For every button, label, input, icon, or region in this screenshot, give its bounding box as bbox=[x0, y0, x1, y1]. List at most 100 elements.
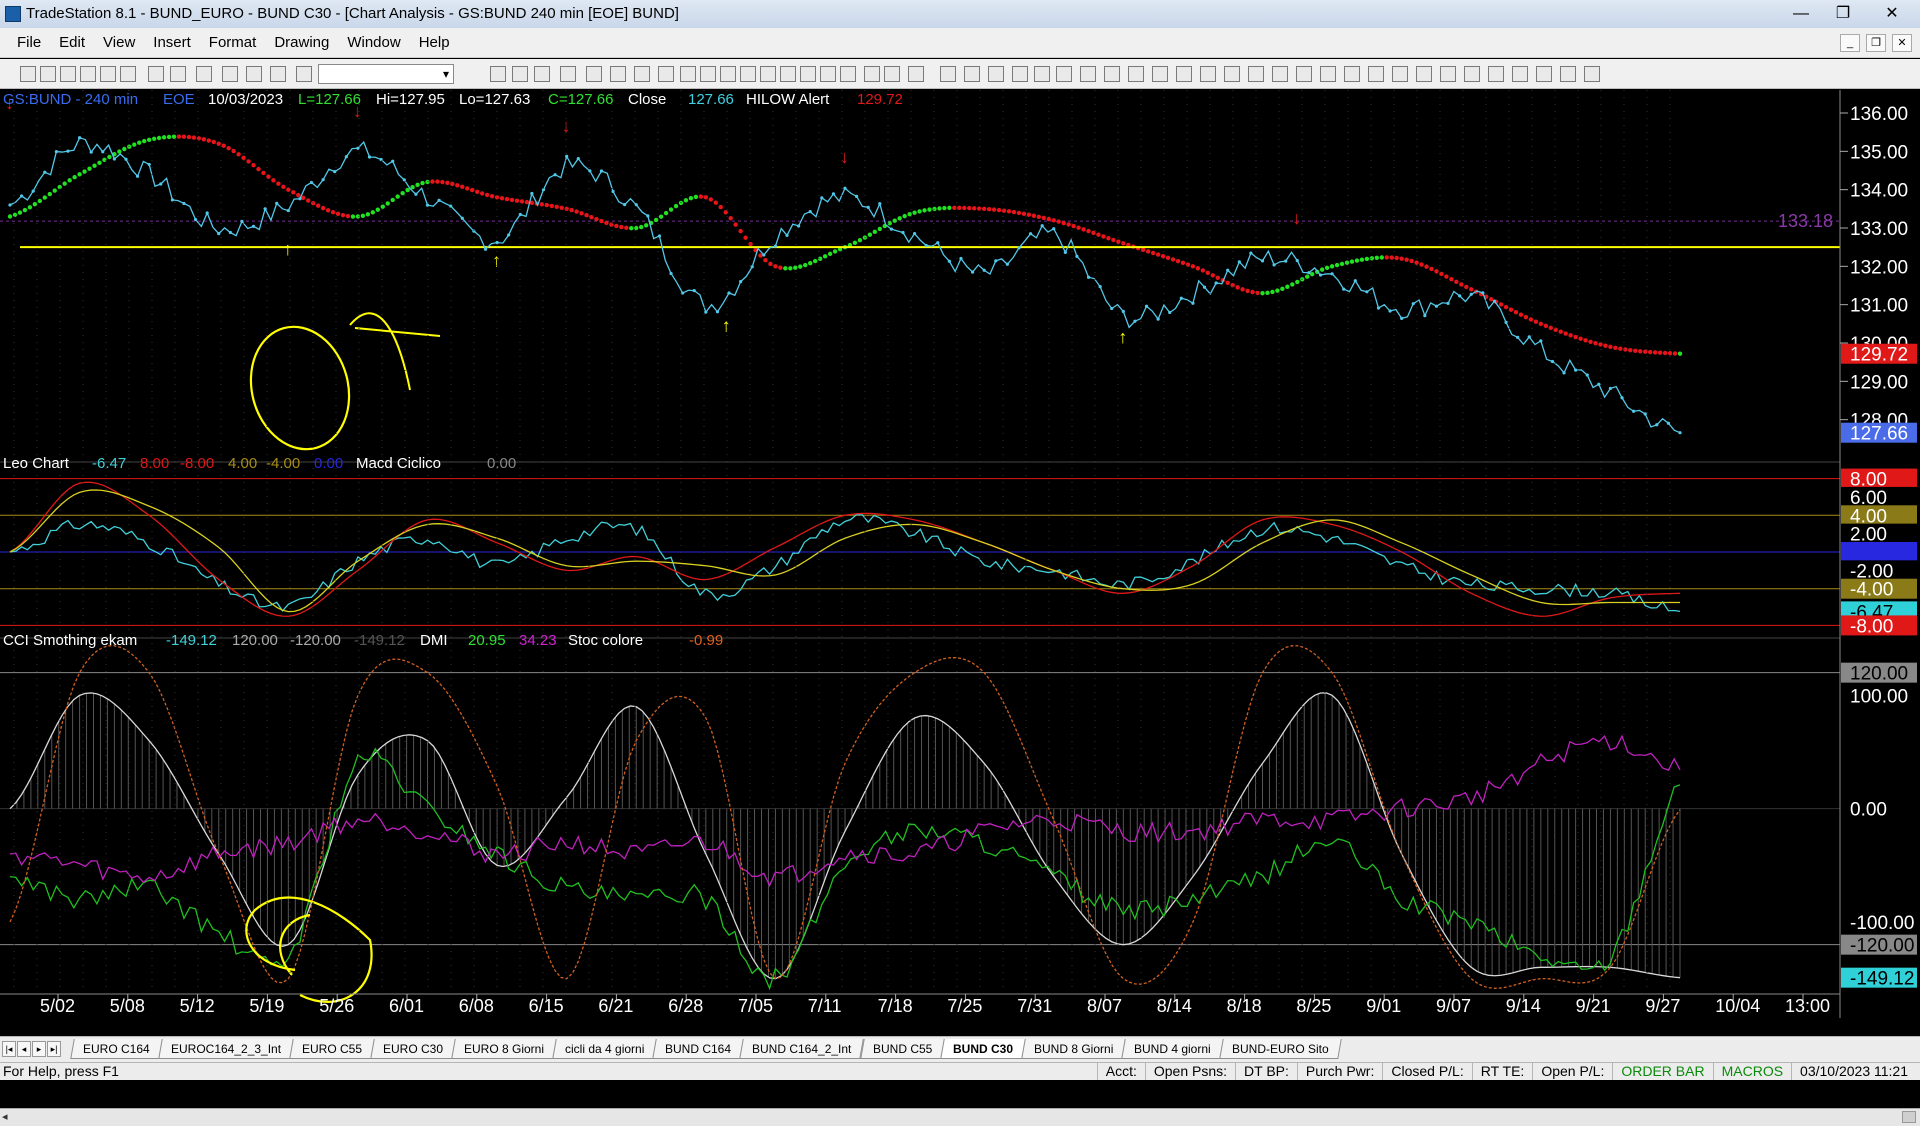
menu-drawing[interactable]: Drawing bbox=[265, 28, 338, 57]
close-button[interactable]: ✕ bbox=[1864, 0, 1920, 28]
tab-bund-c164-2-int[interactable]: BUND C164_2_Int bbox=[739, 1039, 865, 1059]
toolbar-tool-icon[interactable] bbox=[720, 66, 736, 82]
tab-euroc164-2-3-int[interactable]: EUROC164_2_3_Int bbox=[157, 1039, 294, 1059]
scroll-thumb[interactable] bbox=[1902, 1111, 1916, 1123]
last-tab-icon[interactable]: ▸| bbox=[47, 1041, 61, 1057]
toolbar-tool-icon[interactable] bbox=[512, 66, 528, 82]
tab-bund-8-giorni[interactable]: BUND 8 Giorni bbox=[1021, 1039, 1127, 1059]
restore-button[interactable]: ❐ bbox=[1822, 0, 1864, 28]
toolbar-tool-icon[interactable] bbox=[80, 66, 96, 82]
toolbar-tool-icon[interactable] bbox=[1056, 66, 1072, 82]
tab-bund-euro-sito[interactable]: BUND-EURO Sito bbox=[1219, 1039, 1342, 1059]
toolbar-tool-icon[interactable] bbox=[964, 66, 980, 82]
menu-file[interactable]: File bbox=[8, 28, 50, 57]
menu-insert[interactable]: Insert bbox=[144, 28, 200, 57]
toolbar-tool-icon[interactable] bbox=[120, 66, 136, 82]
toolbar-tool-icon[interactable] bbox=[1536, 66, 1552, 82]
toolbar-tool-icon[interactable] bbox=[1512, 66, 1528, 82]
macros-button[interactable]: MACROS bbox=[1712, 1063, 1791, 1080]
toolbar-tool-icon[interactable] bbox=[246, 66, 262, 82]
toolbar-tool-icon[interactable] bbox=[490, 66, 506, 82]
toolbar-tool-icon[interactable] bbox=[270, 66, 286, 82]
mdi-minimize-button[interactable]: _ bbox=[1840, 34, 1860, 52]
toolbar-tool-icon[interactable] bbox=[1392, 66, 1408, 82]
horizontal-scrollbar[interactable]: ◂ bbox=[0, 1108, 1920, 1126]
toolbar-tool-icon[interactable] bbox=[864, 66, 880, 82]
toolbar-tool-icon[interactable] bbox=[1464, 66, 1480, 82]
tab-bund-c164[interactable]: BUND C164 bbox=[652, 1039, 745, 1059]
minimize-button[interactable]: — bbox=[1780, 0, 1822, 28]
toolbar-tool-icon[interactable] bbox=[1560, 66, 1576, 82]
toolbar-tool-icon[interactable] bbox=[800, 66, 816, 82]
menu-view[interactable]: View bbox=[94, 28, 144, 57]
toolbar-tool-icon[interactable] bbox=[1416, 66, 1432, 82]
toolbar-tool-icon[interactable] bbox=[196, 66, 212, 82]
toolbar-tool-icon[interactable] bbox=[634, 66, 650, 82]
toolbar-tool-icon[interactable] bbox=[296, 66, 312, 82]
chart-canvas[interactable]: ↓ ↓↓↓↓↑↑↑↑ 136.00135.00134.00133.00132.00… bbox=[0, 90, 1920, 1018]
toolbar-tool-icon[interactable] bbox=[908, 66, 924, 82]
toolbar-tool-icon[interactable] bbox=[1152, 66, 1168, 82]
toolbar-tool-icon[interactable] bbox=[1200, 66, 1216, 82]
toolbar-tool-icon[interactable] bbox=[586, 66, 602, 82]
toolbar-tool-icon[interactable] bbox=[170, 66, 186, 82]
toolbar-tool-icon[interactable] bbox=[40, 66, 56, 82]
prev-tab-icon[interactable]: ◂ bbox=[17, 1041, 31, 1057]
mdi-restore-button[interactable]: ❐ bbox=[1866, 34, 1886, 52]
toolbar-tool-icon[interactable] bbox=[1034, 66, 1050, 82]
symbol-combo[interactable] bbox=[318, 64, 454, 84]
toolbar-tool-icon[interactable] bbox=[1296, 66, 1312, 82]
tab-cicli-da-4-giorni[interactable]: cicli da 4 giorni bbox=[552, 1039, 658, 1059]
toolbar-tool-icon[interactable] bbox=[884, 66, 900, 82]
first-tab-icon[interactable]: |◂ bbox=[2, 1041, 16, 1057]
toolbar-tool-icon[interactable] bbox=[222, 66, 238, 82]
menu-format[interactable]: Format bbox=[200, 28, 266, 57]
menu-help[interactable]: Help bbox=[410, 28, 459, 57]
toolbar-tool-icon[interactable] bbox=[700, 66, 716, 82]
toolbar-tool-icon[interactable] bbox=[1368, 66, 1384, 82]
next-tab-icon[interactable]: ▸ bbox=[32, 1041, 46, 1057]
toolbar-tool-icon[interactable] bbox=[1320, 66, 1336, 82]
toolbar-tool-icon[interactable] bbox=[1224, 66, 1240, 82]
scroll-left-icon[interactable]: ◂ bbox=[2, 1109, 8, 1125]
tab-euro-c164[interactable]: EURO C164 bbox=[70, 1039, 163, 1059]
toolbar-tool-icon[interactable] bbox=[760, 66, 776, 82]
toolbar-tool-icon[interactable] bbox=[534, 66, 550, 82]
toolbar-tool-icon[interactable] bbox=[1128, 66, 1144, 82]
toolbar-tool-icon[interactable] bbox=[1440, 66, 1456, 82]
tab-bund-c30[interactable]: BUND C30 bbox=[940, 1039, 1026, 1059]
toolbar-tool-icon[interactable] bbox=[1272, 66, 1288, 82]
toolbar-tool-icon[interactable] bbox=[740, 66, 756, 82]
toolbar-tool-icon[interactable] bbox=[1176, 66, 1192, 82]
toolbar-tool-icon[interactable] bbox=[780, 66, 796, 82]
toolbar-tool-icon[interactable] bbox=[20, 66, 36, 82]
toolbar-tool-icon[interactable] bbox=[988, 66, 1004, 82]
toolbar-tool-icon[interactable] bbox=[840, 66, 856, 82]
order-bar-button[interactable]: ORDER BAR bbox=[1612, 1063, 1712, 1080]
tab-bund-c55[interactable]: BUND C55 bbox=[859, 1039, 945, 1059]
tab-euro-c55[interactable]: EURO C55 bbox=[289, 1039, 375, 1059]
toolbar-tool-icon[interactable] bbox=[560, 66, 576, 82]
tab-euro-8-giorni[interactable]: EURO 8 Giorni bbox=[451, 1039, 557, 1059]
toolbar-tool-icon[interactable] bbox=[680, 66, 696, 82]
toolbar-tool-icon[interactable] bbox=[1344, 66, 1360, 82]
toolbar-tool-icon[interactable] bbox=[1080, 66, 1096, 82]
tab-euro-c30[interactable]: EURO C30 bbox=[370, 1039, 456, 1059]
menu-edit[interactable]: Edit bbox=[50, 28, 94, 57]
tab-bund-4-giorni[interactable]: BUND 4 giorni bbox=[1121, 1039, 1224, 1059]
chart-area[interactable]: ↓ ↓ ↓ ↓ ↓ ↑ ↑ ↑ ↑ 136.00 135.00 134.00 133.00 132.00… bbox=[0, 90, 1920, 1126]
toolbar-tool-icon[interactable] bbox=[1012, 66, 1028, 82]
toolbar-tool-icon[interactable] bbox=[820, 66, 836, 82]
toolbar-tool-icon[interactable] bbox=[148, 66, 164, 82]
toolbar-tool-icon[interactable] bbox=[1248, 66, 1264, 82]
toolbar-tool-icon[interactable] bbox=[1104, 66, 1120, 82]
toolbar-tool-icon[interactable] bbox=[940, 66, 956, 82]
toolbar-tool-icon[interactable] bbox=[610, 66, 626, 82]
menu-window[interactable]: Window bbox=[338, 28, 409, 57]
toolbar-tool-icon[interactable] bbox=[1488, 66, 1504, 82]
toolbar-tool-icon[interactable] bbox=[658, 66, 674, 82]
toolbar-tool-icon[interactable] bbox=[100, 66, 116, 82]
mdi-close-button[interactable]: ✕ bbox=[1892, 34, 1912, 52]
toolbar-tool-icon[interactable] bbox=[60, 66, 76, 82]
toolbar-tool-icon[interactable] bbox=[1584, 66, 1600, 82]
